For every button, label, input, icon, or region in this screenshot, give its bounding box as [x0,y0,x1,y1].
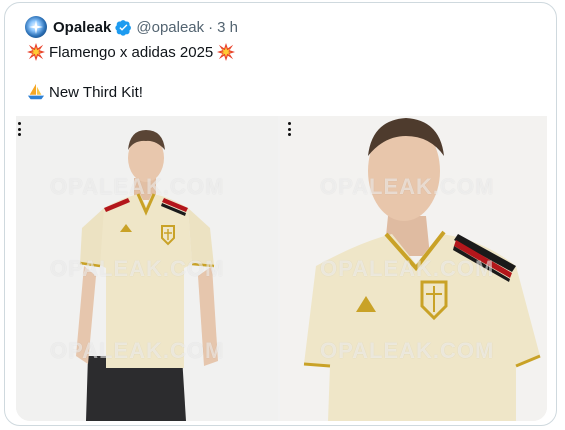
collision-icon [217,43,236,61]
watermark: OPALEAK.COM [320,174,495,199]
more-options-icon[interactable] [288,122,292,136]
watermark: OPALEAK.COM [50,338,225,363]
tweet-card[interactable]: Opaleak @opaleak · 3 h Flamengo x adidas… [4,2,557,426]
kit-photo-left[interactable]: OPALEAK.COM OPALEAK.COM OPALEAK.COM [16,116,278,421]
tweet-subtitle: New Third Kit! [49,83,143,101]
sparkle-icon [29,20,43,34]
avatar[interactable] [25,16,47,38]
watermark: OPALEAK.COM [320,338,495,363]
timestamp[interactable]: 3 h [217,19,238,36]
media-grid[interactable]: OPALEAK.COM OPALEAK.COM OPALEAK.COM OPAL… [16,116,547,421]
tweet-title: Flamengo x adidas 2025 [49,43,214,61]
sailboat-icon [27,83,45,101]
watermark: OPALEAK.COM [320,256,495,281]
verified-badge-icon [115,19,132,36]
watermark: OPALEAK.COM [50,256,225,281]
tweet-header: Opaleak @opaleak · 3 h [25,15,238,39]
collision-icon [27,43,45,61]
author-handle[interactable]: @opaleak [136,19,204,36]
tweet-text-line-2: New Third Kit! [27,83,143,101]
tweet-text-line-1: Flamengo x adidas 2025 [27,43,236,61]
kit-photo-right[interactable]: OPALEAK.COM OPALEAK.COM OPALEAK.COM [280,116,547,421]
separator-dot: · [208,18,214,36]
author-name[interactable]: Opaleak [53,19,111,36]
more-options-icon[interactable] [18,122,22,136]
watermark: OPALEAK.COM [50,174,225,199]
